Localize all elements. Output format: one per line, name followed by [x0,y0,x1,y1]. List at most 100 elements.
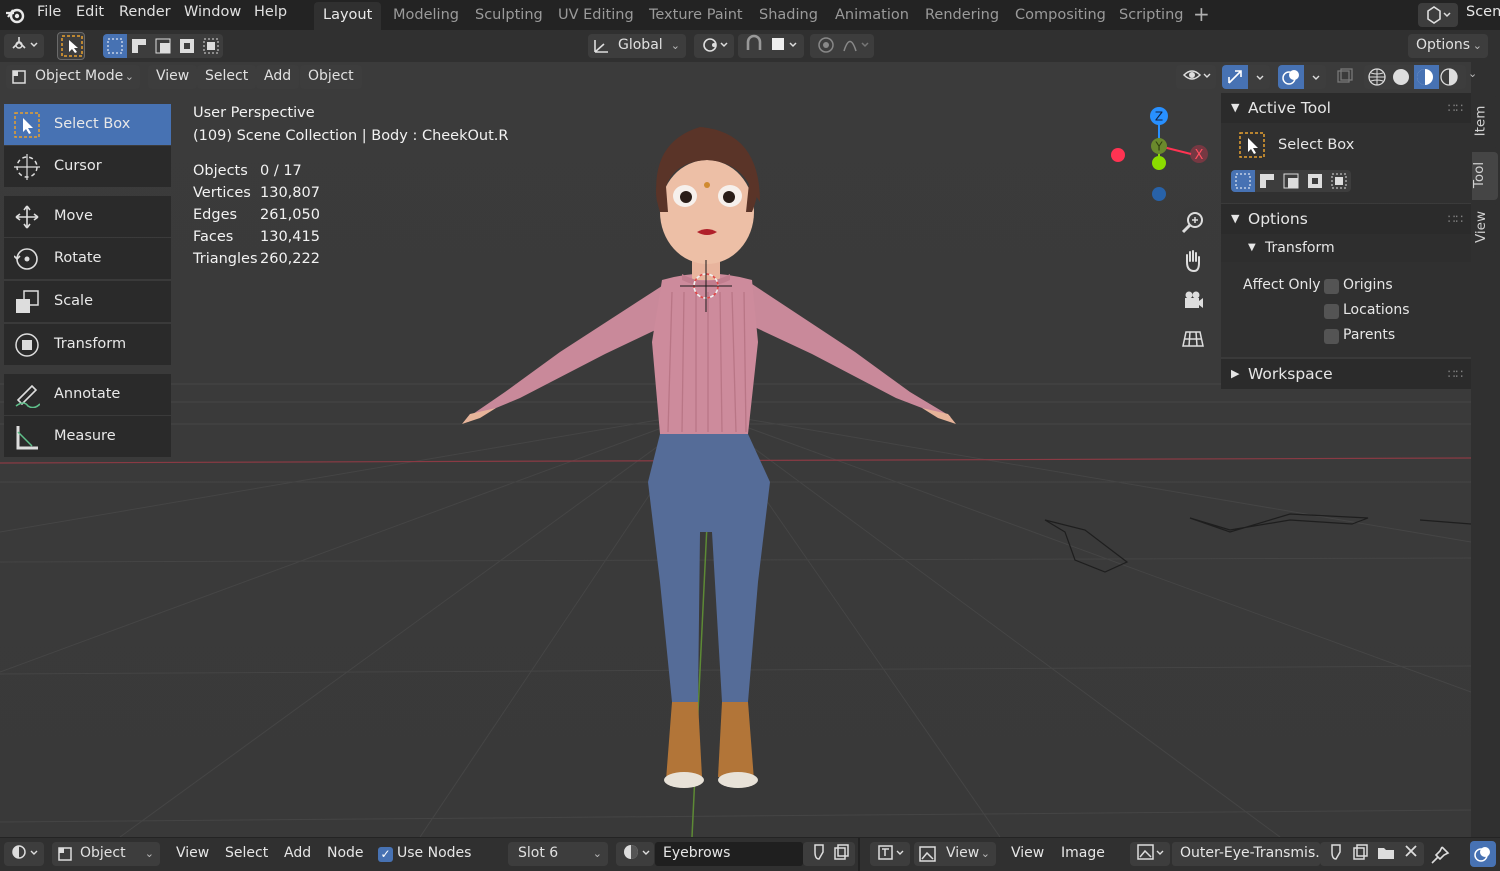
options-title: Options [1248,210,1308,228]
menu-add[interactable]: Add [256,65,300,89]
navigation-gizmo[interactable]: Z X Y [1105,104,1215,204]
menu-file[interactable]: File [37,4,61,20]
scene-icon [1427,6,1451,24]
tool-measure[interactable]: Measure [4,416,171,457]
tool-scale[interactable]: Scale [4,281,171,322]
material-name-field[interactable]: Eyebrows [655,842,803,866]
chevron-down-icon[interactable]: ⌄ [1468,67,1477,80]
proportional-edit-group[interactable] [810,34,874,58]
image-actions[interactable] [1320,842,1424,866]
shader-type-dropdown[interactable]: Object ⌄ [52,842,160,866]
drag-handle-icon[interactable]: ∷∷ [1448,359,1463,389]
editor-type-icon [12,37,38,49]
blender-logo-icon[interactable] [5,5,25,25]
menu-add[interactable]: Add [284,845,311,861]
tab-scripting[interactable]: Scripting [1110,2,1192,30]
tab-item[interactable]: Item [1472,96,1498,148]
menu-select[interactable]: Select [197,65,257,89]
hand-icon [1186,250,1200,273]
transform-subheader[interactable]: ▼ Transform [1221,234,1471,262]
tab-modeling[interactable]: Modeling [384,2,468,30]
menu-window[interactable]: Window [184,4,241,20]
tab-layout[interactable]: Layout [314,2,382,30]
image-action-icons [1331,844,1417,860]
material-browse-button[interactable] [616,842,654,866]
options-dropdown[interactable]: Options ⌄ [1408,34,1488,58]
menu-view[interactable]: View [1011,845,1044,861]
menu-render[interactable]: Render [119,4,171,20]
image-editor-type-button[interactable] [870,842,910,866]
tool-move[interactable]: Move [4,196,171,237]
shading-mode-group[interactable] [1364,65,1466,89]
selection-mode-icons [107,38,219,54]
tool-rotate[interactable]: Rotate [4,238,171,279]
tool-transform[interactable]: Transform [4,324,171,365]
tab-item-label: Item [1472,105,1489,137]
menu-node[interactable]: Node [327,845,364,861]
tool-move-label: Move [54,208,93,224]
menu-help[interactable]: Help [254,4,287,20]
overlays-toggle-button[interactable] [1278,65,1326,89]
pivot-point-button[interactable] [694,34,734,58]
image-name-field[interactable]: Outer-Eye-Transmis... [1172,842,1320,866]
options-header[interactable]: ▼ Options ∷∷ [1221,204,1471,234]
slot-dropdown[interactable]: Slot 6 ⌄ [508,842,608,866]
tab-tool[interactable]: Tool [1471,152,1498,200]
image-browse-button[interactable] [1130,842,1170,866]
view-perspective-label: User Perspective [193,105,315,121]
locations-checkbox[interactable] [1324,304,1339,319]
menu-object[interactable]: Object [300,65,362,89]
menu-view[interactable]: View [148,65,198,89]
tab-view-label: View [1473,210,1490,244]
menu-select[interactable]: Select [225,845,268,861]
editor-type-button[interactable] [4,842,44,866]
object-mode-icon [12,70,26,84]
workspace-header[interactable]: ▶ Workspace ∷∷ [1221,359,1471,389]
tab-sculpting[interactable]: Sculpting [466,2,552,30]
drag-handle-icon[interactable]: ∷∷ [1448,204,1463,234]
material-actions[interactable] [803,842,855,866]
gizmo-toggle-button[interactable] [1222,65,1270,89]
pin-icon[interactable] [1430,845,1450,865]
annotate-icon [15,384,40,408]
tab-rendering[interactable]: Rendering [916,2,1008,30]
camera-view-button[interactable] [1177,284,1209,316]
scene-name[interactable]: Scen [1466,4,1500,20]
mode-dropdown[interactable]: Object Mode ⌄ [6,65,140,89]
tool-cursor[interactable]: Cursor [4,146,171,187]
orientation-dropdown[interactable]: Global ⌄ [588,34,686,58]
menu-view[interactable]: View [176,845,209,861]
tab-texture-paint[interactable]: Texture Paint [640,2,752,30]
npanel-selection-modes[interactable] [1231,170,1351,192]
camera-icon [1185,291,1203,308]
tab-uv-editing[interactable]: UV Editing [549,2,643,30]
editor-type-button[interactable] [4,34,44,58]
use-nodes-checkbox[interactable]: ✓ [378,847,393,862]
transform-body: Affect Only Origins Locations Parents [1221,262,1471,357]
menu-image[interactable]: Image [1061,845,1105,861]
tool-annotate[interactable]: Annotate [4,374,171,415]
xray-button[interactable] [1336,67,1354,85]
snap-group[interactable] [738,34,804,58]
perspective-toggle-button[interactable] [1177,322,1209,354]
view-mode-dropdown[interactable]: View ⌄ [914,842,996,866]
overlay-toggle-button[interactable] [1470,841,1496,867]
scene-selector-button[interactable] [1418,3,1458,27]
drag-handle-icon[interactable]: ∷∷ [1448,93,1463,123]
tab-animation[interactable]: Animation [826,2,918,30]
parents-checkbox[interactable] [1324,329,1339,344]
menu-edit[interactable]: Edit [76,4,104,20]
active-tool-header[interactable]: ▼ Active Tool ∷∷ [1221,93,1471,123]
tab-compositing[interactable]: Compositing [1006,2,1115,30]
image-editor-icon [878,845,904,860]
visibility-button[interactable] [1176,65,1216,89]
tool-select-box[interactable]: Select Box [4,104,171,145]
pan-button[interactable] [1177,245,1209,277]
tab-view[interactable]: View [1472,204,1498,252]
add-workspace-icon[interactable]: + [1193,2,1210,26]
origins-checkbox[interactable] [1324,279,1339,294]
active-tool-button[interactable] [57,32,85,60]
zoom-button[interactable] [1177,207,1209,239]
tab-shading[interactable]: Shading [750,2,827,30]
material-name: Eyebrows [663,845,731,861]
